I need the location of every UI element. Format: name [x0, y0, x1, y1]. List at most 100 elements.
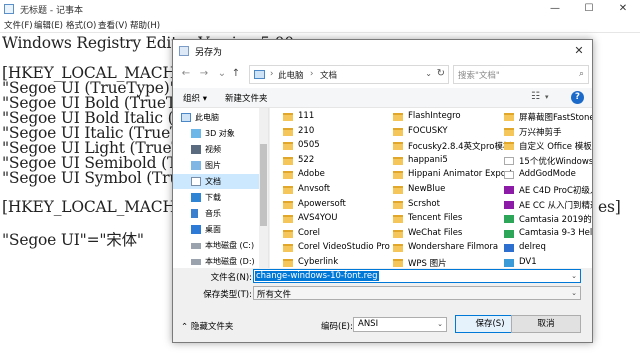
file-list-item-label: Hippani Animator Export: [408, 169, 513, 180]
sidebar-item-this-pc[interactable]: 此电脑: [173, 110, 259, 125]
notepad-menubar: 文件(F) 编辑(E) 格式(O) 查看(V) 帮助(H): [0, 18, 640, 32]
file-list-item-label: NewBlue: [408, 184, 446, 194]
menu-file[interactable]: 文件(F): [4, 19, 33, 31]
sidebar-item-label: 图片: [205, 161, 221, 170]
organize-button[interactable]: 组织 ▾: [183, 92, 207, 104]
recent-dropdown-icon[interactable]: ⌄: [215, 67, 229, 81]
file-list-item-label: Anvsoft: [298, 184, 331, 194]
cam-icon: [504, 215, 514, 224]
forward-arrow-icon[interactable]: →: [197, 67, 211, 81]
file-list-item-label: 522: [298, 154, 315, 165]
encoding-select[interactable]: ANSI ⌄: [353, 317, 447, 332]
filename-label: 文件名(N):: [210, 273, 252, 283]
hide-folders-toggle[interactable]: ⌃ 隐藏文件夹: [181, 320, 233, 332]
folder-icon: [283, 171, 293, 180]
filetype-label: 保存类型(T):: [203, 290, 252, 300]
breadcrumb-this-pc[interactable]: 此电脑: [278, 69, 304, 81]
folder-icon: [393, 171, 403, 180]
sidebar-scrollbar-thumb[interactable]: [260, 144, 267, 226]
sidebar-item-desktop[interactable]: 桌面: [173, 222, 259, 237]
menu-format[interactable]: 格式(O): [66, 19, 96, 31]
computer-icon: [254, 70, 265, 79]
sidebar-item-label: 此电脑: [195, 113, 219, 122]
sidebar-item-label: 本地磁盘 (C:): [205, 241, 255, 250]
view-dropdown-icon[interactable]: ▾: [545, 93, 549, 101]
help-icon[interactable]: ?: [571, 91, 584, 104]
search-input[interactable]: 搜索"文档" ⌕: [453, 65, 589, 84]
refresh-icon[interactable]: ↻: [437, 68, 445, 79]
up-arrow-icon[interactable]: ↑: [229, 67, 243, 81]
sidebar-item-downloads[interactable]: 下载: [173, 190, 259, 205]
filetype-value: 所有文件: [257, 290, 292, 300]
file-list-item-label: WeChat Files: [408, 227, 463, 238]
file-list-item-label: Scrshot: [408, 198, 440, 209]
sidebar-item-drive-d[interactable]: 本地磁盘 (D:): [173, 254, 259, 269]
new-folder-button[interactable]: 新建文件夹: [225, 92, 268, 104]
notepad-app-icon: [4, 4, 14, 14]
sidebar-item-label: 文档: [205, 177, 221, 186]
folder-icon: [393, 215, 403, 224]
close-button[interactable]: ✕: [606, 0, 640, 18]
sidebar-item-videos[interactable]: 视频: [173, 142, 259, 157]
encoding-label: 编码(E):: [321, 322, 353, 332]
folder-icon: [283, 127, 293, 136]
filename-input[interactable]: change-windows-10-font.reg ⌄: [253, 269, 581, 283]
chevron-down-icon[interactable]: ⌄: [571, 272, 577, 280]
dialog-close-button[interactable]: ✕: [570, 42, 588, 60]
folder-icon: [393, 127, 403, 136]
folder-icon: [393, 156, 403, 165]
encoding-value: ANSI: [358, 319, 379, 329]
sidebar-scrollbar[interactable]: [259, 108, 268, 268]
folder-icon: [283, 229, 293, 238]
file-list-item-label: delreq: [519, 242, 546, 253]
folder-icon: [504, 127, 514, 136]
sidebar-item-label: 视频: [205, 145, 221, 154]
address-bar[interactable]: › 此电脑 › 文档 ⌄ ↻: [249, 65, 449, 84]
folder-icon: [283, 156, 293, 165]
file-list-item-label: Adobe: [298, 169, 325, 180]
sidebar-item-music[interactable]: 音乐: [173, 206, 259, 221]
computer-icon: [181, 113, 191, 122]
address-dropdown-icon[interactable]: ⌄: [425, 69, 432, 78]
folder-icon: [283, 113, 293, 121]
filename-value: change-windows-10-font.reg: [255, 271, 379, 281]
document-icon: [191, 177, 201, 186]
cancel-button[interactable]: 取消: [511, 315, 581, 333]
sidebar-item-pictures[interactable]: 图片: [173, 158, 259, 173]
search-icon: ⌕: [578, 69, 584, 79]
dialog-titlebar: 另存为 ✕: [173, 40, 592, 62]
drive-icon: [191, 243, 201, 249]
save-as-dialog: 另存为 ✕ ← → ⌄ ↑ › 此电脑 › 文档 ⌄ ↻ 搜索"文档" ⌕ 组织…: [172, 39, 593, 343]
file-list-item-label: 屏幕截图FastStone C: [519, 113, 592, 123]
dialog-title: 另存为: [195, 48, 223, 58]
menu-edit[interactable]: 编辑(E): [34, 19, 63, 31]
file-list-item-label: 0505: [298, 140, 320, 151]
breadcrumb-documents[interactable]: 文档: [320, 69, 337, 81]
sidebar-item-label: 3D 对象: [205, 129, 235, 138]
menu-help[interactable]: 帮助(H): [130, 19, 160, 31]
folder-icon: [504, 142, 514, 151]
minimize-button[interactable]: —: [538, 0, 572, 18]
dialog-toolbar: 组织 ▾ 新建文件夹 ☷ ▾ ?: [173, 88, 592, 108]
music-icon: [191, 209, 198, 218]
editor-line: "Segoe UI"="宋体": [2, 231, 144, 249]
sidebar-item-label: 桌面: [205, 225, 221, 234]
back-arrow-icon[interactable]: ←: [179, 67, 193, 81]
sidebar-item-label: 下载: [205, 193, 221, 202]
maximize-button[interactable]: ☐: [572, 0, 606, 18]
filetype-select[interactable]: 所有文件 ⌄: [253, 286, 581, 300]
folder-icon: [283, 200, 293, 209]
view-options-icon[interactable]: ☷: [531, 91, 540, 102]
notepad-titlebar: 无标题 - 记事本 — ☐ ✕: [0, 0, 640, 18]
chevron-down-icon: ⌄: [437, 320, 443, 328]
file-list-item-label: AE CC 从入门到精通: [519, 200, 592, 211]
file-list-item-label: Corel: [298, 227, 321, 238]
del-icon: [504, 244, 514, 253]
file-list-item-label: Apowersoft: [298, 198, 346, 209]
adobe-icon: [504, 200, 514, 209]
sidebar-item-3d-objects[interactable]: 3D 对象: [173, 126, 259, 141]
sidebar-item-documents[interactable]: 文档: [173, 174, 259, 189]
picture-icon: [191, 161, 201, 170]
menu-view[interactable]: 查看(V): [98, 19, 127, 31]
sidebar-item-drive-c[interactable]: 本地磁盘 (C:): [173, 238, 259, 253]
